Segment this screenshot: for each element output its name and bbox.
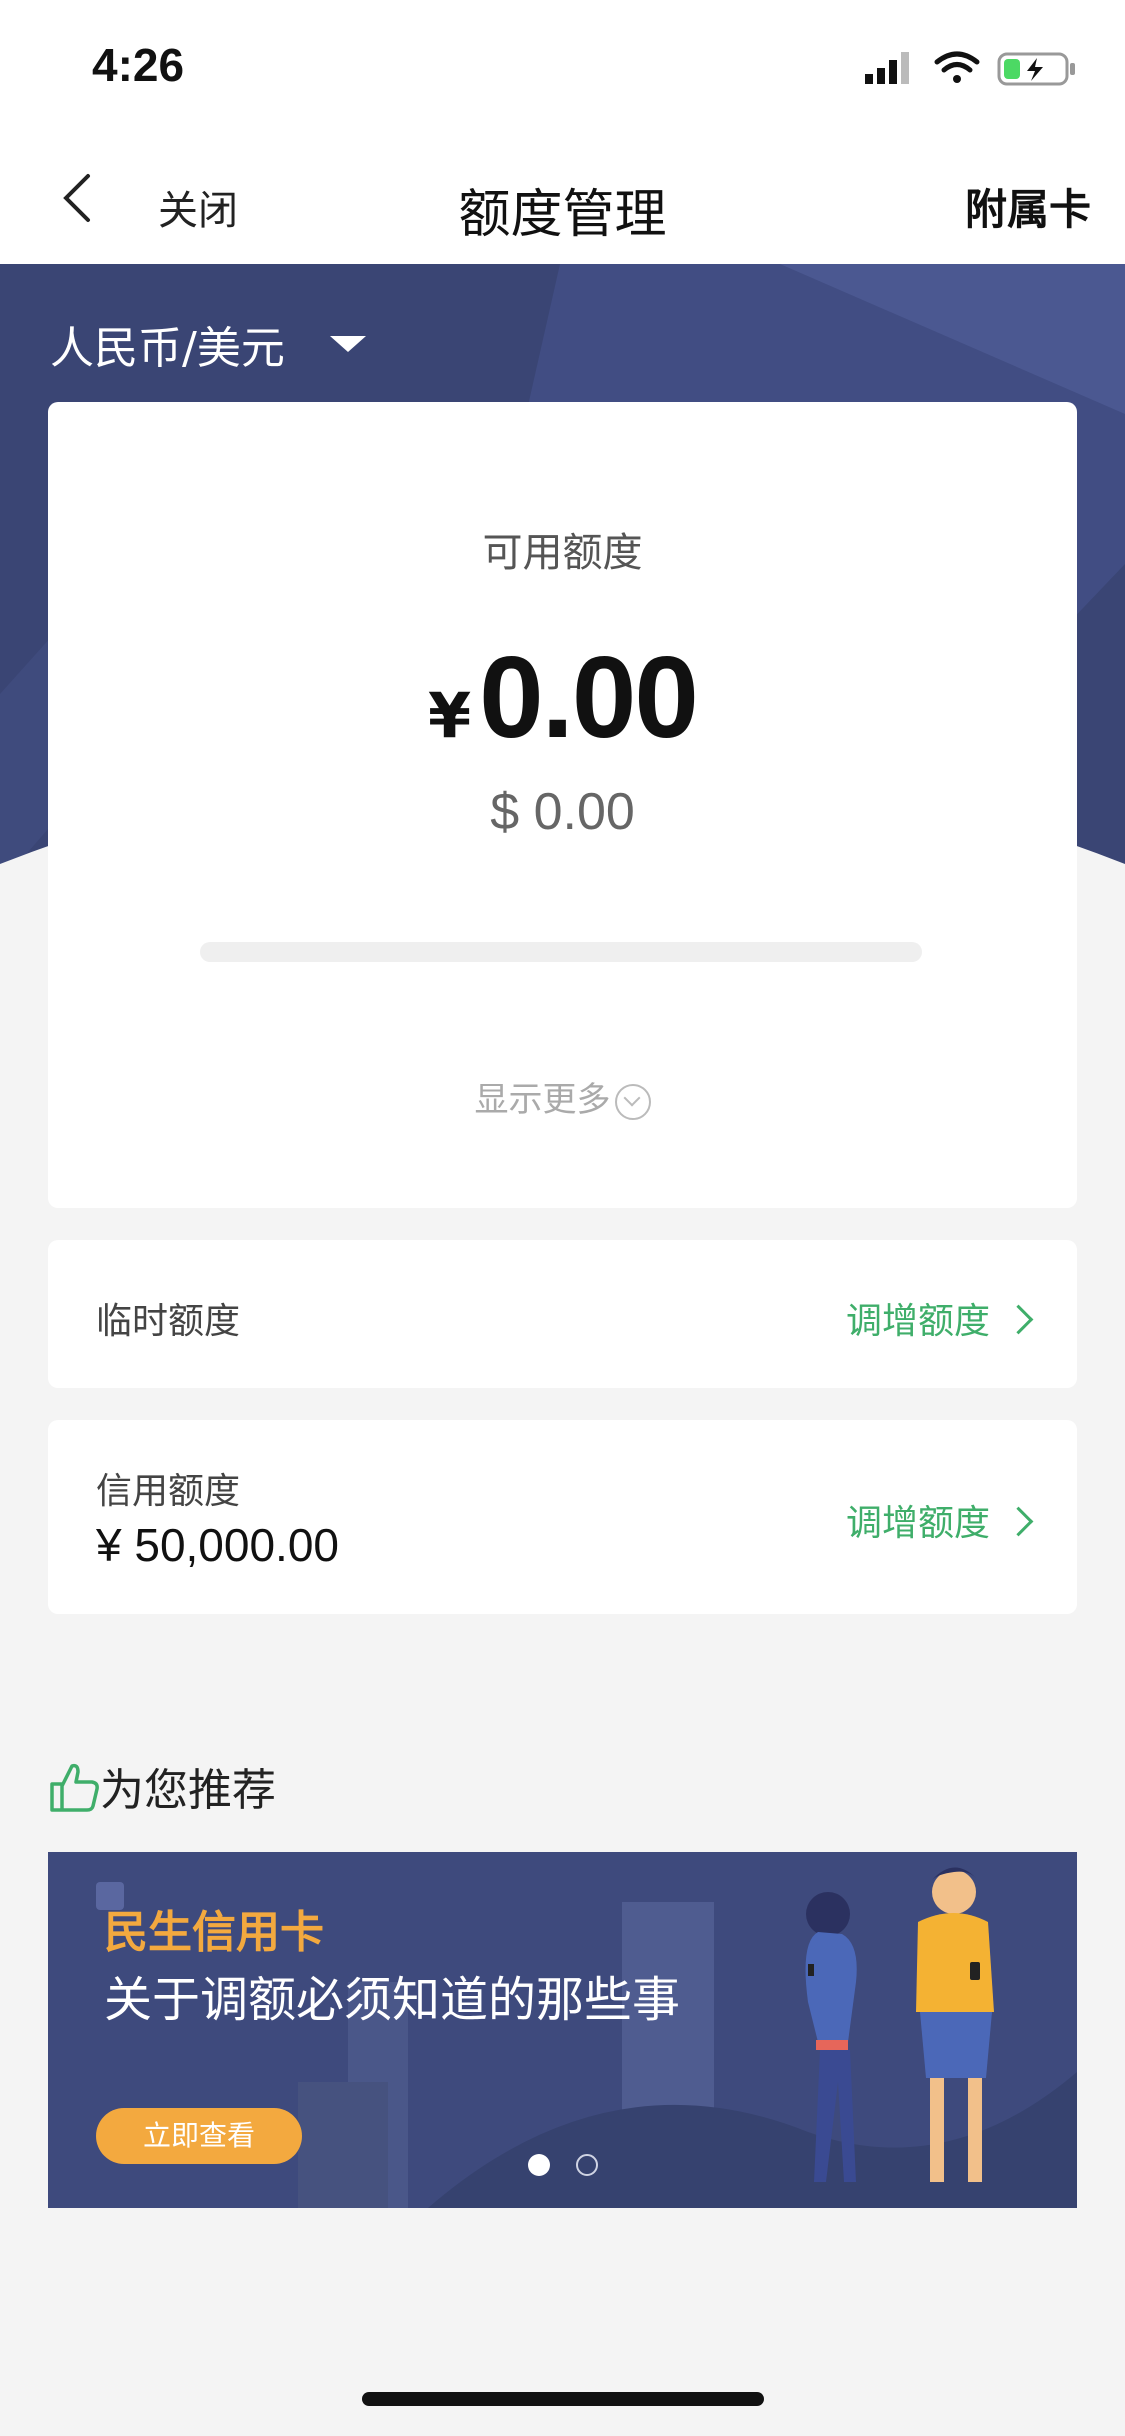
available-amount: ¥0.00 [48,630,1077,764]
thumbs-up-icon [50,1763,99,1812]
nav-bar: 关闭 额度管理 附属卡 [0,132,1125,264]
banner-brand: 民生信用卡 [104,1907,324,1958]
available-limit-label: 可用额度 [482,530,643,576]
show-more-label: 显示更多 [474,1080,611,1120]
signal-icon [865,52,909,84]
banner-headline: 关于调额必须知道的那些事 [104,1972,681,2028]
increase-temp-limit-button[interactable]: 调增额度 [845,1292,1034,1344]
chevron-down-circle-icon [614,1083,651,1120]
promo-banner[interactable]: 民生信用卡 关于调额必须知道的那些事 立即查看 [48,1852,1077,2208]
status-icons [865,51,1075,86]
amount-value: 0.00 [479,632,699,762]
status-time: 4:26 [92,39,185,91]
available-limit-card: 可用额度 ¥0.00 $ 0.00 显示更多 [48,402,1077,1208]
currency-symbol: ¥ [428,679,472,752]
chevron-right-icon [1003,1304,1034,1334]
show-more-button[interactable]: 显示更多 [48,1072,1077,1121]
supplementary-card-button[interactable]: 附属卡 [965,176,1091,237]
carousel-dot-active[interactable] [528,2154,550,2176]
status-bar: 4:26 [0,0,1125,132]
battery-icon [997,52,1075,86]
view-now-button[interactable]: 立即查看 [96,2108,302,2164]
credit-limit-value: ¥ 50,000.00 [96,1519,340,1571]
credit-limit-label: 信用额度 [96,1471,241,1512]
usage-progress-bar [200,942,922,962]
home-indicator[interactable] [362,2392,764,2406]
page-title: 额度管理 [458,185,667,245]
caret-down-icon[interactable] [330,336,366,352]
chevron-right-icon [1003,1506,1034,1536]
recommend-title: 为您推荐 [100,1765,276,1816]
temporary-limit-row[interactable]: 临时额度 调增额度 [48,1240,1077,1388]
currency-selector[interactable]: 人民币/美元 [50,312,285,376]
credit-limit-row[interactable]: 信用额度 ¥ 50,000.00 调增额度 [48,1420,1077,1614]
carousel-dot[interactable] [576,2154,598,2176]
usd-amount: $ 0.00 [490,783,635,841]
increase-limit-label: 调增额度 [845,1503,990,1544]
temporary-limit-label: 临时额度 [96,1301,241,1342]
wifi-icon [934,51,980,83]
increase-limit-label: 调增额度 [845,1301,990,1342]
increase-credit-limit-button[interactable]: 调增额度 [845,1494,1034,1546]
